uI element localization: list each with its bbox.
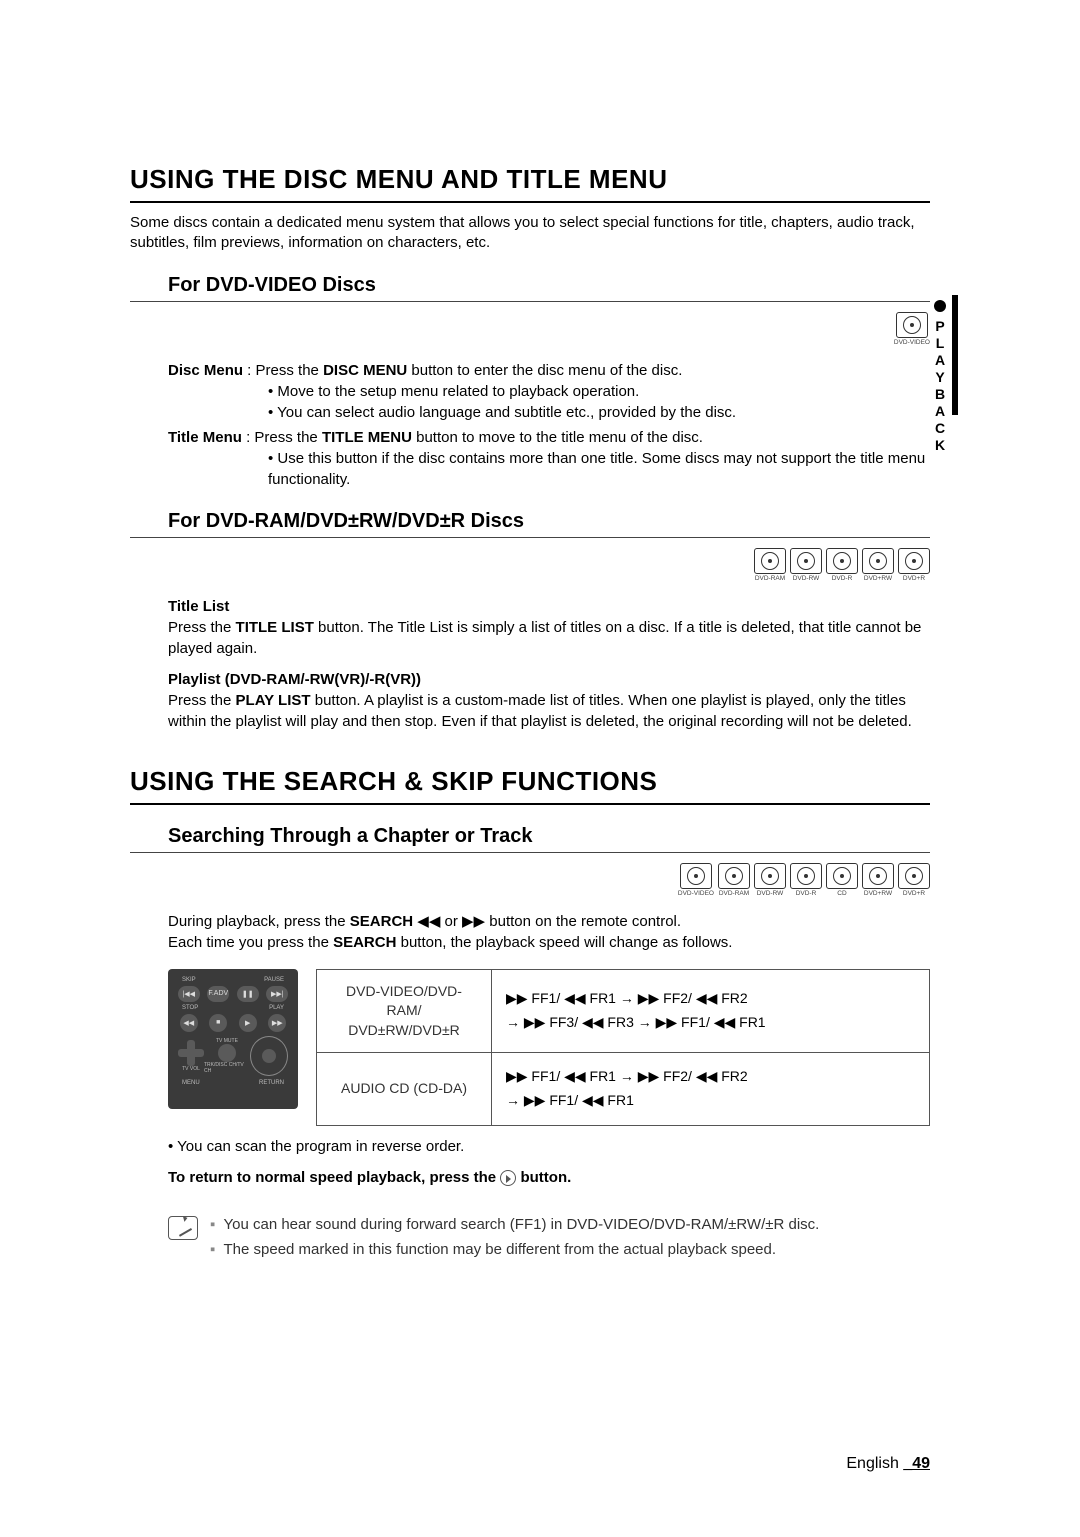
remote-pause-icon: ❚❚ <box>237 986 259 1002</box>
remote-skip-fwd-icon: ▶▶| <box>266 986 288 1002</box>
play-button-icon <box>500 1170 516 1186</box>
ram-block: Title List Press the TITLE LIST button. … <box>130 596 930 732</box>
disc-icons-search: DVD-VIDEO DVD-RAM DVD-RW DVD-R CD DVD+RW… <box>130 863 930 897</box>
note-item: You can hear sound during forward search… <box>210 1216 819 1233</box>
disc-icon: DVD-R <box>826 548 858 582</box>
side-marker-bar <box>952 295 958 415</box>
disc-icon: DVD-R <box>790 863 822 897</box>
remote-rewind-icon: ◀◀ <box>180 1014 198 1032</box>
remote-diagram: SKIPPAUSE |◀◀ F.ADV ❚❚ ▶▶| STOPPLAY ◀◀ ■… <box>168 969 298 1109</box>
remote-ffwd-icon: ▶▶ <box>268 1014 286 1032</box>
page-footer: English _49 <box>846 1455 930 1473</box>
disc-icon: DVD-RW <box>754 863 786 897</box>
disc-icon: DVD-VIDEO <box>894 312 930 346</box>
disc-menu-bullet-1: Move to the setup menu related to playba… <box>168 381 930 402</box>
subhead-search-chapter: Searching Through a Chapter or Track <box>130 825 930 853</box>
disc-icon: DVD+RW <box>862 863 894 897</box>
disc-menu-label: Disc Menu <box>168 362 243 379</box>
disc-icon: DVD-RAM <box>718 863 750 897</box>
remote-fadv-icon: F.ADV <box>207 986 229 1002</box>
table-sequence-cell: ▶▶ FF1/ ◀◀ FR1 → ▶▶ FF2/ ◀◀ FR2 → ▶▶ FF3… <box>492 969 930 1053</box>
normal-speed-note: To return to normal speed playback, pres… <box>130 1169 930 1186</box>
disc-icon: DVD+R <box>898 863 930 897</box>
remote-mute-icon <box>218 1044 236 1062</box>
title-list-button-name: TITLE LIST <box>236 619 314 636</box>
subhead-dvd-video: For DVD-VIDEO Discs <box>130 274 930 302</box>
heading-search-skip: USING THE SEARCH & SKIP FUNCTIONS <box>130 766 930 805</box>
disc-icons-ram: DVD-RAM DVD-RW DVD-R DVD+RW DVD+R <box>130 548 930 582</box>
table-row: AUDIO CD (CD-DA) ▶▶ FF1/ ◀◀ FR1 → ▶▶ FF2… <box>317 1053 930 1126</box>
tab-dot-icon <box>934 300 946 312</box>
remote-skip-back-icon: |◀◀ <box>178 986 200 1002</box>
note-icon <box>168 1216 198 1240</box>
disc-icons-dvdvideo: DVD-VIDEO <box>130 312 930 346</box>
title-menu-button-name: TITLE MENU <box>322 429 412 446</box>
disc-icon: CD <box>826 863 858 897</box>
reverse-scan-note: You can scan the program in reverse orde… <box>130 1138 930 1155</box>
table-row: DVD-VIDEO/DVD-RAM/ DVD±RW/DVD±R ▶▶ FF1/ … <box>317 969 930 1053</box>
remote-volume-plus-icon <box>178 1040 204 1066</box>
disc-menu-button-name: DISC MENU <box>323 362 407 379</box>
disc-icon: DVD-RW <box>790 548 822 582</box>
disc-menu-bullet-2: You can select audio language and subtit… <box>168 402 930 423</box>
note-item: The speed marked in this function may be… <box>210 1241 819 1258</box>
disc-icon: DVD+R <box>898 548 930 582</box>
subhead-dvd-ram: For DVD-RAM/DVD±RW/DVD±R Discs <box>130 510 930 538</box>
disc-icon: DVD-VIDEO <box>678 863 714 897</box>
section-tab: PLAYBACK <box>932 300 948 454</box>
disc-icon: DVD+RW <box>862 548 894 582</box>
title-list-head: Title List <box>168 596 930 617</box>
table-media-cell: AUDIO CD (CD-DA) <box>317 1053 492 1126</box>
intro-paragraph: Some discs contain a dedicated menu syst… <box>130 213 930 254</box>
table-sequence-cell: ▶▶ FF1/ ◀◀ FR1 → ▶▶ FF2/ ◀◀ FR2 → ▶▶ FF1… <box>492 1053 930 1126</box>
disc-icon: DVD-RAM <box>754 548 786 582</box>
play-list-button-name: PLAY LIST <box>236 692 311 709</box>
remote-stop-icon: ■ <box>209 1014 227 1032</box>
table-media-cell: DVD-VIDEO/DVD-RAM/ DVD±RW/DVD±R <box>317 969 492 1053</box>
title-menu-bullet-1: Use this button if the disc contains mor… <box>168 448 930 490</box>
search-instructions: During playback, press the SEARCH ◀◀ or … <box>130 911 930 953</box>
heading-disc-title-menu: USING THE DISC MENU AND TITLE MENU <box>130 164 930 203</box>
remote-play-icon: ▶ <box>239 1014 257 1032</box>
search-speed-table: DVD-VIDEO/DVD-RAM/ DVD±RW/DVD±R ▶▶ FF1/ … <box>316 969 930 1126</box>
dvdvideo-block: Disc Menu : Press the DISC MENU button t… <box>130 360 930 490</box>
section-tab-label: PLAYBACK <box>932 318 948 454</box>
playlist-head: Playlist (DVD-RAM/-RW(VR)/-R(VR)) <box>168 669 930 690</box>
title-menu-label: Title Menu <box>168 429 242 446</box>
remote-dpad-icon <box>250 1036 288 1076</box>
note-list: You can hear sound during forward search… <box>210 1216 819 1258</box>
